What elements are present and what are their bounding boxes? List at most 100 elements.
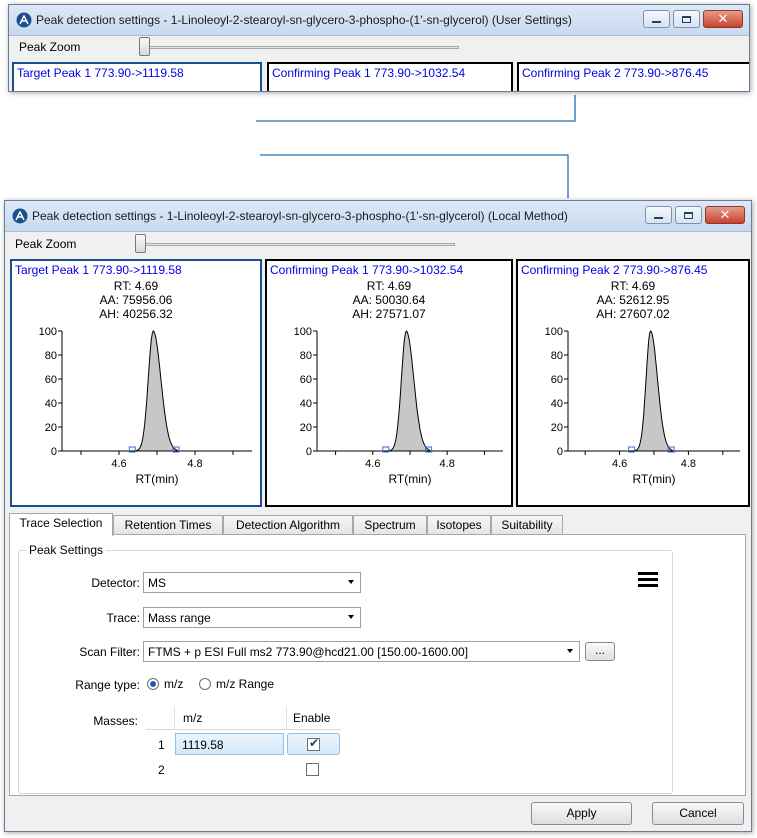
rt-value: RT: 4.69	[366, 279, 412, 293]
rt-value: RT: 4.69	[113, 279, 159, 293]
scan-filter-browse-button[interactable]: ...	[585, 642, 615, 661]
minimize-icon	[654, 217, 663, 219]
range-type-mz-label: m/z	[164, 677, 184, 691]
peak-zoom-slider-thumb[interactable]	[135, 234, 146, 253]
range-type-mz-radio[interactable]	[147, 678, 159, 690]
y-tick-label: 20	[551, 422, 563, 434]
close-icon: ✕	[717, 11, 729, 27]
x-tick-label: 4.6	[365, 458, 380, 470]
y-tick-label: 40	[300, 398, 312, 410]
x-axis-label: RT(min)	[135, 472, 178, 486]
masses-label: Masses:	[93, 714, 138, 728]
panel-target-peak-1[interactable]: Target Peak 1 773.90->1119.58 RT: 4.69 AA…	[10, 259, 262, 507]
peak-chart: 100 80 60 40 20 0 4.6 4.8 RT(min)	[294, 326, 503, 486]
top-window-titlebar[interactable]: Peak detection settings - 1-Linoleoyl-2-…	[9, 5, 749, 36]
peak-zoom-label: Peak Zoom	[19, 40, 81, 54]
enable-checkbox-row-1[interactable]	[307, 736, 320, 751]
maximize-button[interactable]	[673, 10, 700, 28]
cancel-button[interactable]: Cancel	[652, 802, 744, 825]
y-tick-label: 80	[45, 350, 57, 362]
range-type-label: Range type:	[75, 678, 140, 692]
rt-value: RT: 4.69	[610, 279, 656, 293]
peak-zoom-slider-track[interactable]	[139, 46, 459, 49]
peak-chart: 100 80 60 40 20 0 4.6 4.8 RT(min)	[39, 326, 252, 486]
minimize-button[interactable]	[645, 206, 672, 224]
x-tick-label: 4.8	[681, 458, 696, 470]
close-button[interactable]: ✕	[705, 206, 745, 224]
close-button[interactable]: ✕	[703, 10, 743, 28]
y-tick-label: 80	[300, 350, 312, 362]
minimize-button[interactable]	[643, 10, 670, 28]
hamburger-menu-icon[interactable]	[638, 572, 658, 588]
top-panel-confirming-peak-1[interactable]: Confirming Peak 1 773.90->1032.54	[267, 62, 513, 91]
browse-label: ...	[594, 643, 605, 657]
y-tick-label: 40	[45, 398, 57, 410]
y-tick-label: 0	[51, 446, 57, 458]
y-tick-label: 20	[300, 422, 312, 434]
peak-zoom-slider-track[interactable]	[135, 243, 455, 246]
y-tick-label: 100	[545, 326, 563, 338]
y-tick-label: 0	[557, 446, 563, 458]
mass-mz-value: 1119.58	[182, 738, 224, 752]
tab-spectrum[interactable]: Spectrum	[353, 515, 427, 535]
masses-grid: m/z Enable 1 1119.58 2	[146, 706, 341, 780]
tab-isotopes[interactable]: Isotopes	[427, 515, 491, 535]
peak-zoom-row: Peak Zoom	[5, 233, 751, 255]
column-header-enable[interactable]: Enable	[286, 706, 341, 730]
app-logo-icon	[16, 12, 32, 28]
panel-title: Target Peak 1 773.90->1119.58	[17, 66, 184, 80]
y-tick-label: 60	[45, 374, 57, 386]
scan-filter-value: FTMS + p ESI Full ms2 773.90@hcd21.00 [1…	[148, 645, 469, 659]
top-panel-target-peak[interactable]: Target Peak 1 773.90->1119.58	[12, 62, 262, 91]
peak-chart: 100 80 60 40 20 0 4.6 4.8 RT(min)	[545, 326, 740, 486]
mass-mz-cell[interactable]	[175, 758, 284, 778]
apply-label: Apply	[566, 806, 597, 820]
top-panel-confirming-peak-2[interactable]: Confirming Peak 2 773.90->876.45	[517, 62, 749, 91]
y-tick-label: 60	[300, 374, 312, 386]
trace-value: Mass range	[148, 611, 211, 625]
x-tick-label: 4.6	[612, 458, 627, 470]
detector-label: Detector:	[91, 576, 140, 590]
main-window-titlebar[interactable]: Peak detection settings - 1-Linoleoyl-2-…	[5, 201, 751, 232]
panel-title: Confirming Peak 1 773.90->1032.54	[270, 263, 464, 277]
top-window-title: Peak detection settings - 1-Linoleoyl-2-…	[36, 13, 572, 27]
apply-button[interactable]: Apply	[531, 802, 632, 825]
panel-confirming-peak-2[interactable]: Confirming Peak 2 773.90->876.45 RT: 4.6…	[516, 259, 750, 507]
enable-cell[interactable]	[287, 733, 340, 755]
enable-checkbox-row-2[interactable]	[306, 763, 319, 776]
trace-label: Trace:	[106, 611, 140, 625]
y-tick-label: 100	[39, 326, 57, 338]
detector-value: MS	[148, 576, 166, 590]
tab-trace-selection[interactable]: Trace Selection	[9, 513, 113, 536]
aa-value: AA: 52612.95	[596, 293, 670, 307]
x-tick-label: 4.8	[440, 458, 455, 470]
x-axis-label: RT(min)	[632, 472, 675, 486]
trace-select[interactable]: Mass range	[143, 607, 361, 628]
peak-settings-label: Peak Settings	[26, 543, 107, 557]
row-index: 2	[158, 763, 165, 777]
column-header-mz[interactable]: m/z	[174, 706, 286, 730]
y-tick-label: 60	[551, 374, 563, 386]
scan-filter-select[interactable]: FTMS + p ESI Full ms2 773.90@hcd21.00 [1…	[143, 641, 580, 662]
close-icon: ✕	[719, 207, 731, 223]
peak-zoom-label: Peak Zoom	[15, 237, 77, 251]
range-type-mz-range-radio[interactable]	[199, 678, 211, 690]
top-peak-zoom-row: Peak Zoom	[9, 36, 749, 58]
peak-trace	[383, 330, 431, 452]
peak-trace	[629, 330, 673, 452]
y-tick-label: 80	[551, 350, 563, 362]
peak-trace	[130, 330, 178, 452]
tab-retention-times[interactable]: Retention Times	[113, 515, 223, 535]
maximize-button[interactable]	[675, 206, 702, 224]
range-type-mz-range-label: m/z Range	[216, 677, 275, 691]
panel-title: Target Peak 1 773.90->1119.58	[15, 263, 182, 277]
panel-title: Confirming Peak 1 773.90->1032.54	[272, 66, 466, 80]
dropdown-arrow-icon	[567, 649, 573, 653]
peak-zoom-slider-thumb[interactable]	[139, 37, 150, 56]
tab-suitability[interactable]: Suitability	[491, 515, 563, 535]
x-tick-label: 4.6	[111, 458, 126, 470]
tab-detection-algorithm[interactable]: Detection Algorithm	[223, 515, 353, 535]
detector-select[interactable]: MS	[143, 572, 361, 593]
mass-mz-cell[interactable]: 1119.58	[175, 733, 284, 755]
panel-confirming-peak-1[interactable]: Confirming Peak 1 773.90->1032.54 RT: 4.…	[265, 259, 513, 507]
